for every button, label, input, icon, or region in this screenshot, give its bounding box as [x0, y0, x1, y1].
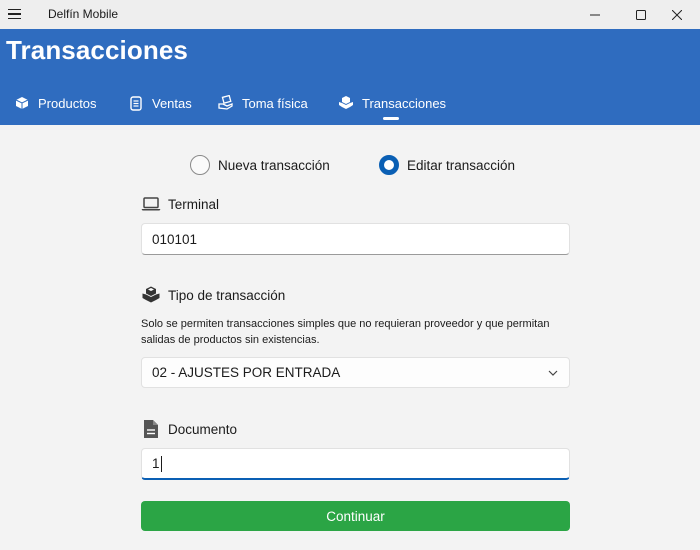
window-titlebar: Delfín Mobile: [0, 0, 700, 29]
tipo-selected-value: 02 - AJUSTES POR ENTRADA: [152, 365, 341, 380]
tab-toma-fisica[interactable]: Toma física: [218, 91, 308, 115]
documento-value: 1: [152, 456, 160, 471]
chevron-down-icon: [547, 367, 559, 379]
terminal-label: Terminal: [141, 193, 219, 215]
radio-nueva-transaccion[interactable]: Nueva transacción: [190, 154, 330, 176]
boxes-icon: [141, 285, 161, 305]
maximize-icon: [636, 9, 646, 20]
continue-button[interactable]: Continuar: [141, 501, 570, 531]
minimize-button[interactable]: [572, 0, 618, 29]
radio-label: Editar transacción: [407, 157, 516, 173]
terminal-input[interactable]: 010101: [141, 223, 570, 255]
tab-label: Toma física: [242, 95, 308, 111]
tab-transacciones[interactable]: Transacciones: [338, 91, 446, 115]
text-caret: [160, 455, 162, 472]
tab-label: Ventas: [152, 95, 192, 111]
minimize-icon: [590, 14, 600, 15]
app-title: Delfín Mobile: [48, 7, 119, 21]
menu-icon[interactable]: [6, 6, 24, 22]
tab-label: Transacciones: [362, 95, 447, 111]
receipt-icon: [128, 95, 144, 111]
document-icon: [141, 419, 161, 439]
tab-label: Productos: [38, 95, 97, 111]
boxes-icon: [338, 95, 354, 111]
laptop-icon: [141, 194, 161, 214]
close-button[interactable]: [654, 0, 700, 29]
tab-ventas[interactable]: Ventas: [128, 91, 192, 115]
radio-label: Nueva transacción: [218, 157, 330, 173]
radio-circle: [190, 155, 210, 175]
terminal-label-text: Terminal: [168, 196, 220, 212]
tipo-label-text: Tipo de transacción: [168, 287, 286, 303]
page-header: Transacciones Productos Ventas Toma físi…: [0, 29, 700, 125]
terminal-value: 010101: [152, 231, 198, 247]
documento-label: Documento: [141, 418, 237, 440]
tipo-help-text: Solo se permiten transacciones simples q…: [141, 318, 550, 346]
page-title: Transacciones: [6, 35, 188, 65]
selected-tab-indicator: [383, 117, 399, 120]
documento-input[interactable]: 1: [141, 448, 570, 480]
cube-icon: [14, 95, 30, 111]
radio-circle-selected: [379, 155, 399, 175]
tipo-transaccion-label: Tipo de transacción: [141, 284, 285, 306]
close-icon: [672, 9, 682, 20]
documento-label-text: Documento: [168, 421, 238, 437]
hand-box-icon: [218, 95, 234, 111]
tipo-transaccion-select[interactable]: 02 - AJUSTES POR ENTRADA: [141, 357, 570, 388]
tab-productos[interactable]: Productos: [14, 91, 97, 115]
radio-editar-transaccion[interactable]: Editar transacción: [379, 154, 515, 176]
